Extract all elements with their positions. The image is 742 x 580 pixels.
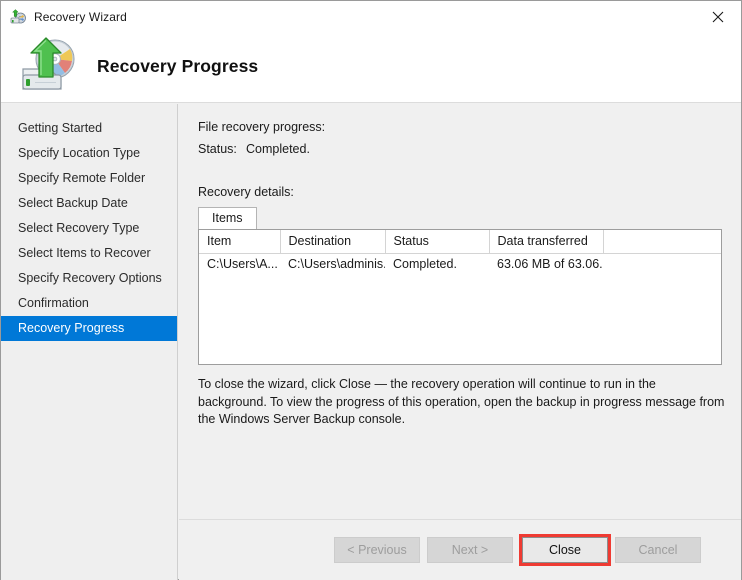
table-row[interactable]: C:\Users\A... C:\Users\adminis... Comple… xyxy=(199,253,721,275)
cell-status: Completed. xyxy=(385,253,489,275)
details-tabstrip: Items xyxy=(198,207,722,229)
close-instructions-text: To close the wizard, click Close — the r… xyxy=(198,376,726,429)
status-row: Status: Completed. xyxy=(198,142,310,156)
sidebar-item-select-items-to-recover[interactable]: Select Items to Recover xyxy=(1,241,177,266)
file-recovery-progress-label: File recovery progress: xyxy=(198,120,325,134)
column-header-data-transferred[interactable]: Data transferred xyxy=(489,230,603,253)
previous-button[interactable]: < Previous xyxy=(334,537,420,563)
table-header-row: Item Destination Status Data transferred xyxy=(199,230,721,253)
wizard-steps-sidebar: Getting Started Specify Location Type Sp… xyxy=(1,104,178,580)
hard-drive-recovery-icon xyxy=(15,35,87,93)
title-bar: Recovery Wizard xyxy=(1,1,741,32)
status-value: Completed. xyxy=(246,142,310,156)
recovery-wizard-window: Recovery Wizard xyxy=(0,0,742,580)
column-header-blank[interactable] xyxy=(603,230,721,253)
sidebar-item-specify-recovery-options[interactable]: Specify Recovery Options xyxy=(1,266,177,291)
wizard-footer: < Previous Next > Close Cancel xyxy=(179,519,741,580)
window-title: Recovery Wizard xyxy=(34,10,127,24)
column-header-status[interactable]: Status xyxy=(385,230,489,253)
column-header-item[interactable]: Item xyxy=(199,230,280,253)
sidebar-item-specify-remote-folder[interactable]: Specify Remote Folder xyxy=(1,166,177,191)
column-header-destination[interactable]: Destination xyxy=(280,230,385,253)
close-button[interactable]: Close xyxy=(522,537,608,563)
main-content: File recovery progress: Status: Complete… xyxy=(179,104,741,519)
next-button[interactable]: Next > xyxy=(427,537,513,563)
wizard-header: Recovery Progress xyxy=(1,32,741,103)
status-label: Status: xyxy=(198,142,246,156)
cell-item: C:\Users\A... xyxy=(199,253,280,275)
sidebar-item-recovery-progress[interactable]: Recovery Progress xyxy=(1,316,177,341)
recovery-details-table: Item Destination Status Data transferred… xyxy=(198,229,722,365)
sidebar-item-confirmation[interactable]: Confirmation xyxy=(1,291,177,316)
sidebar-item-select-recovery-type[interactable]: Select Recovery Type xyxy=(1,216,177,241)
sidebar-item-specify-location-type[interactable]: Specify Location Type xyxy=(1,141,177,166)
cancel-button[interactable]: Cancel xyxy=(615,537,701,563)
sidebar-item-getting-started[interactable]: Getting Started xyxy=(1,116,177,141)
cell-data-transferred: 63.06 MB of 63.06... xyxy=(489,253,603,275)
cell-destination: C:\Users\adminis... xyxy=(280,253,385,275)
page-title: Recovery Progress xyxy=(97,56,258,77)
cell-blank xyxy=(603,253,721,275)
close-icon[interactable] xyxy=(695,1,741,32)
recovery-disk-icon xyxy=(10,9,26,25)
sidebar-item-select-backup-date[interactable]: Select Backup Date xyxy=(1,191,177,216)
tab-items[interactable]: Items xyxy=(198,207,257,229)
recovery-details-label: Recovery details: xyxy=(198,185,294,199)
